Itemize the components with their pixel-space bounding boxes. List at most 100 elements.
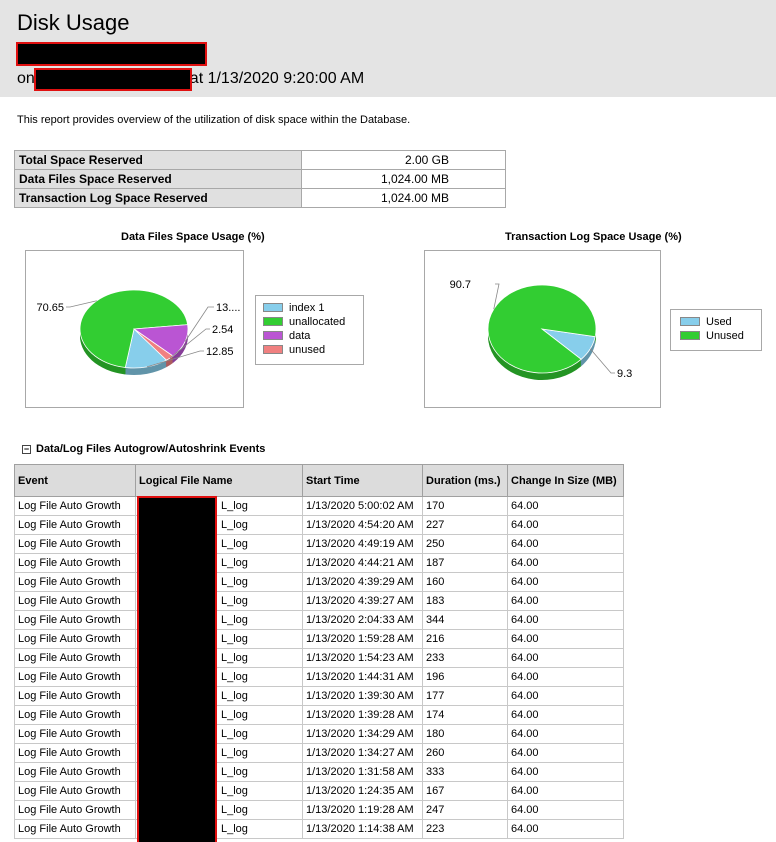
data-label: 12.85 xyxy=(206,346,234,358)
cell-duration: 223 xyxy=(422,819,508,839)
summary-label: Transaction Log Space Reserved xyxy=(14,188,302,208)
cell-duration: 167 xyxy=(422,781,508,801)
cell-duration: 196 xyxy=(422,667,508,687)
collapse-icon[interactable]: − xyxy=(22,445,31,454)
table-row: Log File Auto Growth L_log 1/13/2020 1:39:… xyxy=(14,705,624,725)
cell-change-in-size: 64.00 xyxy=(507,743,624,763)
legend-swatch xyxy=(263,331,283,340)
column-header-logical-file-name[interactable]: Logical File Name xyxy=(135,464,303,497)
table-row: Log File Auto Growth L_log 1/13/2020 1:39:… xyxy=(14,686,624,706)
column-header-duration[interactable]: Duration (ms.) xyxy=(422,464,508,497)
cell-event: Log File Auto Growth xyxy=(14,724,136,744)
pie-slice-unused xyxy=(487,284,597,374)
cell-start-time: 1/13/2020 4:39:29 AM xyxy=(302,572,423,592)
cell-event: Log File Auto Growth xyxy=(14,572,136,592)
leader-line xyxy=(184,306,214,342)
cell-event: Log File Auto Growth xyxy=(14,629,136,649)
data-label: 9.3 xyxy=(617,368,632,380)
cell-event: Log File Auto Growth xyxy=(14,553,136,573)
cell-start-time: 1/13/2020 1:34:27 AM xyxy=(302,743,423,763)
table-row: Log File Auto Growth L_log 1/13/2020 4:39:… xyxy=(14,572,624,592)
summary-label: Data Files Space Reserved xyxy=(14,169,302,189)
cell-change-in-size: 64.00 xyxy=(507,572,624,592)
cell-event: Log File Auto Growth xyxy=(14,515,136,535)
table-row: Log File Auto Growth L_log 1/13/2020 1:54:… xyxy=(14,648,624,668)
legend-label: unused xyxy=(289,344,326,356)
column-header-event[interactable]: Event xyxy=(14,464,136,497)
report-description: This report provides overview of the uti… xyxy=(17,114,411,126)
legend-swatch xyxy=(263,345,283,354)
cell-duration: 174 xyxy=(422,705,508,725)
log-chart-title: Transaction Log Space Usage (%) xyxy=(505,231,682,243)
cell-start-time: 1/13/2020 1:39:30 AM xyxy=(302,686,423,706)
cell-duration: 187 xyxy=(422,553,508,573)
data-label: 90.7 xyxy=(450,279,471,291)
cell-event: Log File Auto Growth xyxy=(14,762,136,782)
table-row: Log File Auto Growth L_log 1/13/2020 4:39:… xyxy=(14,591,624,611)
legend-label: Unused xyxy=(706,330,744,342)
cell-event: Log File Auto Growth xyxy=(14,743,136,763)
summary-row: Transaction Log Space Reserved 1,024.00 … xyxy=(14,188,506,208)
cell-event: Log File Auto Growth xyxy=(14,591,136,611)
cell-event: Log File Auto Growth xyxy=(14,667,136,687)
table-row: Log File Auto Growth L_log 1/13/2020 1:24:… xyxy=(14,781,624,801)
table-row: Log File Auto Growth L_log 1/13/2020 4:49:… xyxy=(14,534,624,554)
page-title: Disk Usage xyxy=(17,10,130,35)
redacted-server-box xyxy=(34,68,192,91)
cell-start-time: 1/13/2020 2:04:33 AM xyxy=(302,610,423,630)
cell-change-in-size: 64.00 xyxy=(507,705,624,725)
table-row: Log File Auto Growth L_log 1/13/2020 5:00:… xyxy=(14,496,624,516)
cell-duration: 160 xyxy=(422,572,508,592)
cell-event: Log File Auto Growth xyxy=(14,800,136,820)
cell-change-in-size: 64.00 xyxy=(507,534,624,554)
legend-label: data xyxy=(289,330,311,342)
legend-label: unallocated xyxy=(289,316,346,328)
table-row: Log File Auto Growth L_log 1/13/2020 1:44:… xyxy=(14,667,624,687)
cell-duration: 170 xyxy=(422,496,508,516)
space-summary-table: Total Space Reserved 2.00 GB Data Files … xyxy=(14,150,506,208)
column-header-start-time[interactable]: Start Time xyxy=(302,464,423,497)
report-timestamp: at 1/13/2020 9:20:00 AM xyxy=(189,70,365,87)
cell-event: Log File Auto Growth xyxy=(14,610,136,630)
legend-swatch xyxy=(680,331,700,340)
summary-value: 1,024.00 MB xyxy=(301,188,506,208)
table-row: Log File Auto Growth L_log 1/13/2020 4:44:… xyxy=(14,553,624,573)
cell-change-in-size: 64.00 xyxy=(507,762,624,782)
section-title: Data/Log Files Autogrow/Autoshrink Event… xyxy=(36,443,266,455)
cell-change-in-size: 64.00 xyxy=(507,667,624,687)
cell-start-time: 1/13/2020 4:39:27 AM xyxy=(302,591,423,611)
cell-duration: 177 xyxy=(422,686,508,706)
summary-label: Total Space Reserved xyxy=(14,150,302,170)
cell-event: Log File Auto Growth xyxy=(14,686,136,706)
cell-change-in-size: 64.00 xyxy=(507,781,624,801)
cell-start-time: 1/13/2020 1:44:31 AM xyxy=(302,667,423,687)
column-header-change-in-size[interactable]: Change In Size (MB) xyxy=(507,464,624,497)
cell-duration: 180 xyxy=(422,724,508,744)
cell-event: Log File Auto Growth xyxy=(14,648,136,668)
summary-row: Data Files Space Reserved 1,024.00 MB xyxy=(14,169,506,189)
legend-swatch xyxy=(680,317,700,326)
data-label: 2.54 xyxy=(212,324,233,336)
redacted-database-name xyxy=(16,42,207,66)
cell-start-time: 1/13/2020 1:19:28 AM xyxy=(302,800,423,820)
legend-label: Used xyxy=(706,316,732,328)
table-row: Log File Auto Growth L_log 1/13/2020 1:14:… xyxy=(14,819,624,839)
summary-value: 2.00 GB xyxy=(301,150,506,170)
leader-line xyxy=(589,348,615,374)
autogrow-events-table: Event Logical File Name Start Time Durat… xyxy=(14,464,624,839)
cell-start-time: 1/13/2020 1:24:35 AM xyxy=(302,781,423,801)
cell-change-in-size: 64.00 xyxy=(507,800,624,820)
legend-swatch xyxy=(263,317,283,326)
cell-start-time: 1/13/2020 1:39:28 AM xyxy=(302,705,423,725)
log-pie: 90.7 9.3 xyxy=(450,279,632,380)
cell-change-in-size: 64.00 xyxy=(507,591,624,611)
table-row: Log File Auto Growth L_log 1/13/2020 1:19:… xyxy=(14,800,624,820)
cell-change-in-size: 64.00 xyxy=(507,724,624,744)
data-files-chart-title: Data Files Space Usage (%) xyxy=(121,231,265,243)
cell-start-time: 1/13/2020 4:44:21 AM xyxy=(302,553,423,573)
cell-duration: 250 xyxy=(422,534,508,554)
cell-change-in-size: 64.00 xyxy=(507,819,624,839)
cell-duration: 260 xyxy=(422,743,508,763)
cell-start-time: 1/13/2020 4:49:19 AM xyxy=(302,534,423,554)
summary-row: Total Space Reserved 2.00 GB xyxy=(14,150,506,170)
